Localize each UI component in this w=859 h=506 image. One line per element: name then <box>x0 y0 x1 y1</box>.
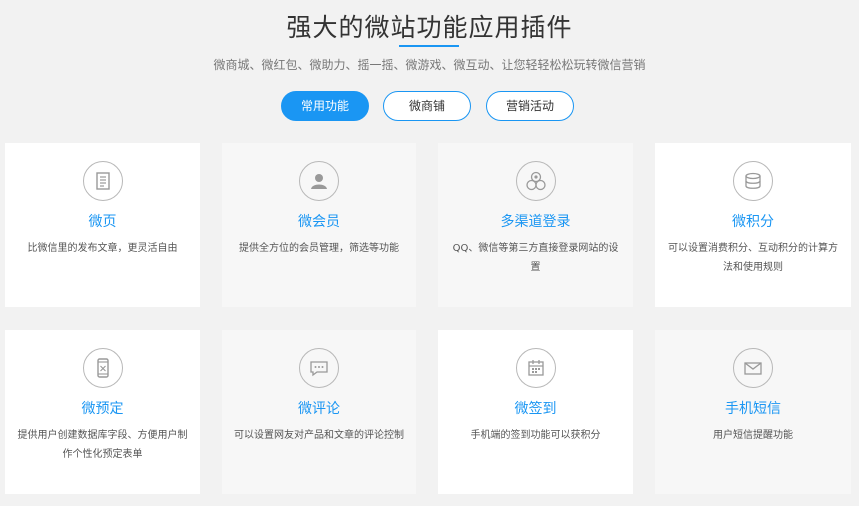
tab-common-features[interactable]: 常用功能 <box>281 91 369 121</box>
feature-title: 微评论 <box>298 401 340 417</box>
page-subtitle: 微商城、微红包、微助力、摇一摇、微游戏、微互动、让您轻轻松松玩转微信营销 <box>213 58 646 72</box>
feature-title: 微页 <box>88 214 117 230</box>
feature-description: 比微信里的发布文章，更灵活自由 <box>27 243 178 254</box>
feature-description: 用户短信提醒功能 <box>713 430 793 441</box>
feature-card-checkin[interactable]: 微签到 手机端的签到功能可以获积分 <box>438 330 633 494</box>
feature-description: 提供用户创建数据库字段、方便用户制作个性化预定表单 <box>17 430 188 460</box>
feature-description: QQ、微信等第三方直接登录网站的设置 <box>452 243 619 273</box>
page-title: 强大的微站功能应用插件 <box>286 13 573 42</box>
coins-icon <box>733 161 773 201</box>
multi-channel-icon <box>515 161 556 201</box>
feature-card-multi-login[interactable]: 多渠道登录 QQ、微信等第三方直接登录网站的设置 <box>438 143 633 307</box>
feature-title: 微预定 <box>81 401 124 417</box>
feature-card-sms[interactable]: 手机短信 用户短信提醒功能 <box>655 330 851 494</box>
feature-tabs: 常用功能 微商铺 营销活动 <box>0 91 859 121</box>
chat-icon <box>299 348 339 388</box>
feature-description: 提供全方位的会员管理，筛选等功能 <box>239 243 399 254</box>
feature-title: 微会员 <box>298 214 340 230</box>
user-icon <box>299 161 339 201</box>
title-underline <box>399 45 459 47</box>
document-icon <box>82 161 123 201</box>
feature-card-member[interactable]: 微会员 提供全方位的会员管理，筛选等功能 <box>222 143 416 307</box>
feature-description: 可以设置消费积分、互动积分的计算方法和使用规则 <box>668 243 838 273</box>
calendar-icon <box>515 348 556 388</box>
feature-description: 可以设置网友对产品和文章的评论控制 <box>234 430 404 441</box>
tab-marketing-activities[interactable]: 营销活动 <box>486 91 574 121</box>
feature-description: 手机端的签到功能可以获积分 <box>470 430 601 441</box>
feature-card-points[interactable]: 微积分 可以设置消费积分、互动积分的计算方法和使用规则 <box>655 143 851 307</box>
feature-title: 多渠道登录 <box>500 214 571 230</box>
feature-title: 微签到 <box>514 401 557 417</box>
tab-micro-shop[interactable]: 微商铺 <box>383 91 471 121</box>
feature-card-weiye[interactable]: 微页 比微信里的发布文章，更灵活自由 <box>5 143 200 307</box>
phone-icon <box>82 348 123 388</box>
feature-card-comment[interactable]: 微评论 可以设置网友对产品和文章的评论控制 <box>222 330 416 494</box>
feature-title: 微积分 <box>732 214 774 230</box>
feature-card-booking[interactable]: 微预定 提供用户创建数据库字段、方便用户制作个性化预定表单 <box>5 330 200 494</box>
envelope-icon <box>733 348 773 388</box>
feature-title: 手机短信 <box>725 401 781 417</box>
